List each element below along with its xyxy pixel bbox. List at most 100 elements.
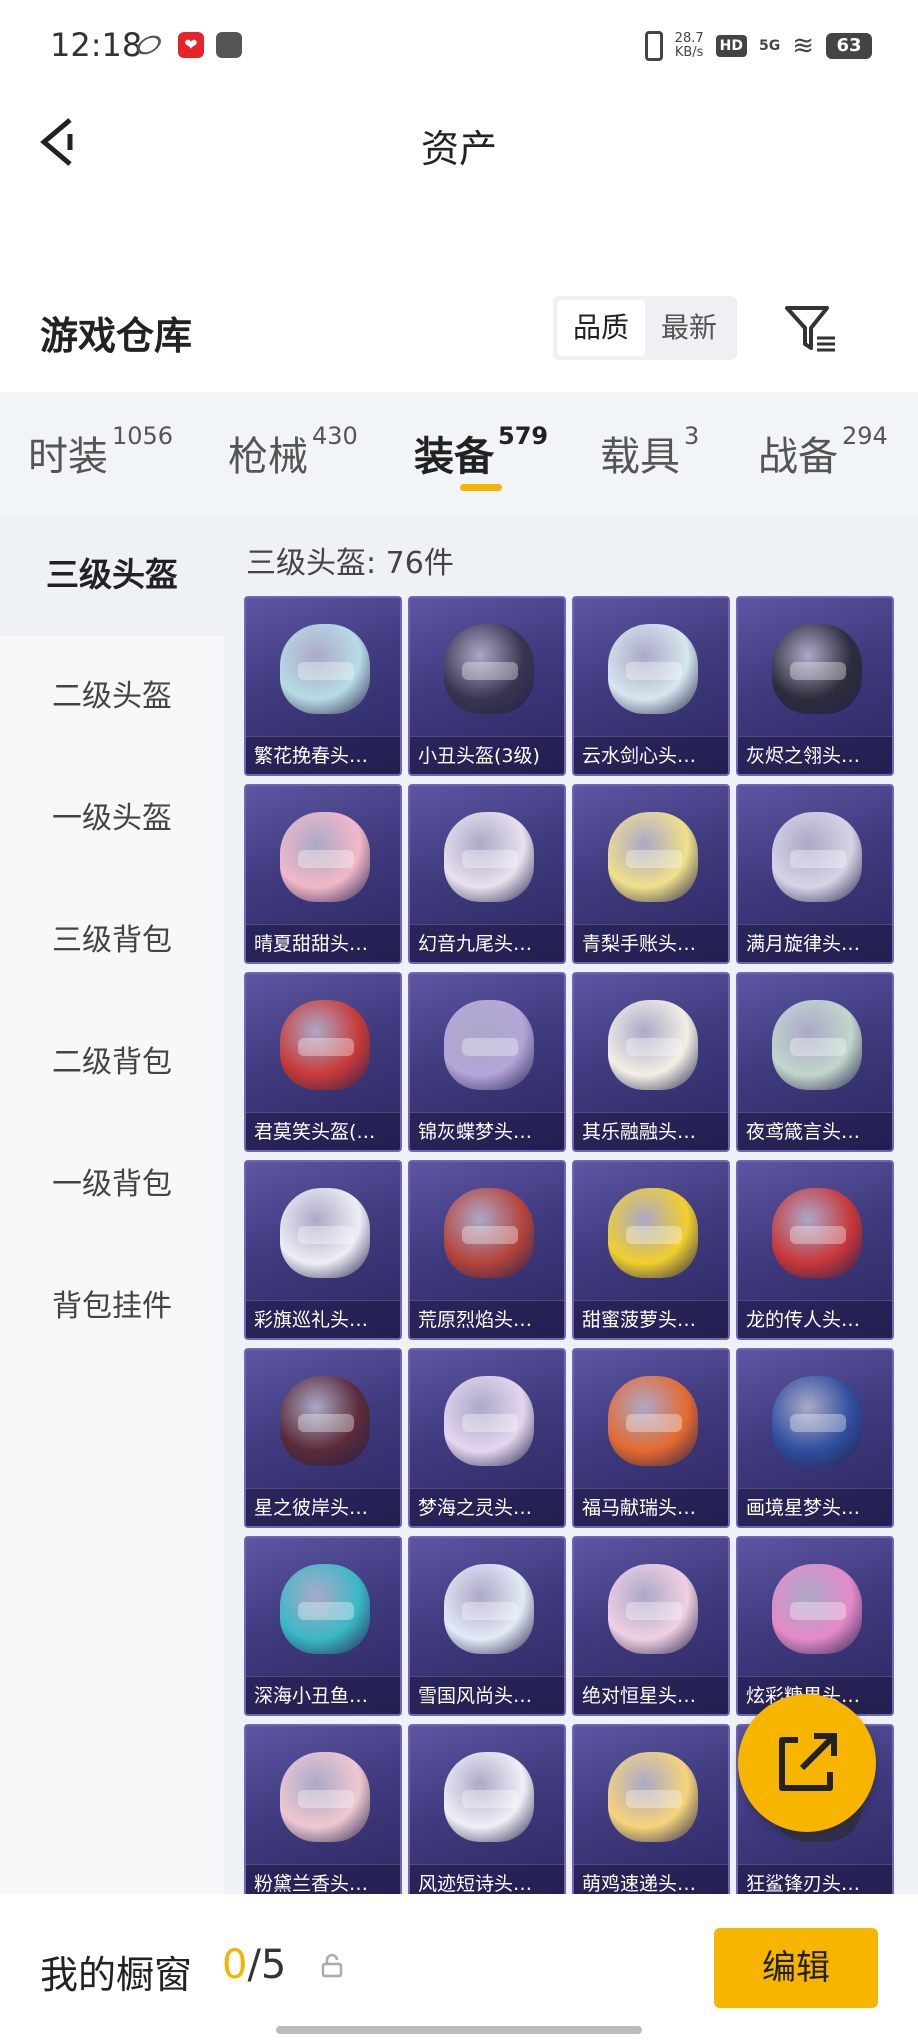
item-card-label: 青梨手账头…: [574, 924, 728, 962]
helmet-image: [444, 1376, 534, 1466]
share-button[interactable]: [738, 1694, 876, 1832]
network-speed: 28.7 KB/s: [674, 31, 704, 60]
item-card[interactable]: 云水剑心头…: [572, 596, 730, 776]
item-card[interactable]: 青梨手账头…: [572, 784, 730, 964]
side-item-backpack-pendant[interactable]: 背包挂件: [0, 1246, 224, 1368]
item-card[interactable]: 满月旋律头…: [736, 784, 894, 964]
item-card[interactable]: 小丑头盔(3级): [408, 596, 566, 776]
tab-vehicles[interactable]: 载具 3: [600, 422, 699, 482]
edit-button[interactable]: 编辑: [714, 1928, 878, 2008]
item-card[interactable]: 福马献瑞头…: [572, 1348, 730, 1528]
side-item-level3-helmet[interactable]: 三级头盔: [0, 514, 224, 636]
sort-option-quality[interactable]: 品质: [557, 300, 645, 356]
tab-equipment[interactable]: 装备 579: [414, 422, 548, 482]
item-card-label: 梦海之灵头…: [410, 1488, 564, 1526]
helmet-image: [280, 1188, 370, 1278]
my-showcase-label: 我的橱窗: [40, 1953, 193, 1997]
item-card[interactable]: 绝对恒星头…: [572, 1536, 730, 1716]
item-card[interactable]: 梦海之灵头…: [408, 1348, 566, 1528]
item-card-label: 彩旗巡礼头…: [246, 1300, 400, 1338]
status-indicators: 28.7 KB/s HD 5G ≋ 63: [644, 28, 872, 64]
vibrate-icon: [644, 31, 663, 61]
item-card-label: 云水剑心头…: [574, 736, 728, 774]
status-bar: 12:18 ❤ 28.7 KB/s HD 5G ≋ 63: [0, 0, 918, 92]
item-card[interactable]: 其乐融融头…: [572, 972, 730, 1152]
item-card-label: 锦灰蝶梦头…: [410, 1112, 564, 1150]
item-card-label: 深海小丑鱼…: [246, 1676, 400, 1714]
item-card-label: 绝对恒星头…: [574, 1676, 728, 1714]
item-card[interactable]: 风迹短诗头…: [408, 1724, 566, 1904]
item-card[interactable]: 荒原烈焰头…: [408, 1160, 566, 1340]
helmet-image: [444, 1188, 534, 1278]
helmet-image: [280, 624, 370, 714]
status-time: 12:18: [50, 26, 143, 64]
item-card-label: 繁花挽春头…: [246, 736, 400, 774]
item-card[interactable]: 晴夏甜甜头…: [244, 784, 402, 964]
side-item-level2-helmet[interactable]: 二级头盔: [0, 636, 224, 758]
page-title: 资产: [420, 127, 497, 171]
5g-signal-icon: 5G: [758, 38, 781, 54]
content-area: 三级头盔 二级头盔 一级头盔 三级背包 二级背包 一级背包 背包挂件 三级头盔:…: [0, 514, 918, 1904]
helmet-image: [772, 1376, 862, 1466]
helmet-image: [772, 624, 862, 714]
item-card-label: 其乐融融头…: [574, 1112, 728, 1150]
item-card-label: 幻音九尾头…: [410, 924, 564, 962]
item-card-label: 君莫笑头盔(…: [246, 1112, 400, 1150]
item-card[interactable]: 炫彩糖果头…: [736, 1536, 894, 1716]
item-card[interactable]: 灰烬之翎头…: [736, 596, 894, 776]
item-card[interactable]: 彩旗巡礼头…: [244, 1160, 402, 1340]
item-card-label: 龙的传人头…: [738, 1300, 892, 1338]
item-card[interactable]: 君莫笑头盔(…: [244, 972, 402, 1152]
side-item-level1-helmet[interactable]: 一级头盔: [0, 758, 224, 880]
item-card[interactable]: 星之彼岸头…: [244, 1348, 402, 1528]
item-card[interactable]: 繁花挽春头…: [244, 596, 402, 776]
filter-icon: [785, 306, 835, 352]
item-card[interactable]: 粉黛兰香头…: [244, 1724, 402, 1904]
red-app-icon: ❤: [178, 32, 204, 58]
item-card[interactable]: 雪国风尚头…: [408, 1536, 566, 1716]
side-item-level1-backpack[interactable]: 一级背包: [0, 1124, 224, 1246]
item-card[interactable]: 锦灰蝶梦头…: [408, 972, 566, 1152]
sort-option-newest[interactable]: 最新: [645, 300, 733, 356]
side-item-level3-backpack[interactable]: 三级背包: [0, 880, 224, 1002]
helmet-image: [608, 1564, 698, 1654]
helmet-image: [608, 1000, 698, 1090]
helmet-image: [444, 1752, 534, 1842]
bottom-bar: 我的橱窗 0/5 编辑: [0, 1894, 918, 2040]
warehouse-title: 游戏仓库: [40, 314, 193, 358]
helmet-image: [280, 1752, 370, 1842]
item-card[interactable]: 画境星梦头…: [736, 1348, 894, 1528]
helmet-image: [772, 1564, 862, 1654]
item-card[interactable]: 幻音九尾头…: [408, 784, 566, 964]
helmet-image: [772, 1000, 862, 1090]
tab-supplies[interactable]: 战备 294: [758, 422, 888, 482]
tab-fashion[interactable]: 时装 1056: [28, 422, 173, 482]
item-card[interactable]: 夜鸢箴言头…: [736, 972, 894, 1152]
active-tab-indicator: [460, 484, 502, 491]
home-indicator[interactable]: [276, 2026, 642, 2034]
header: 资产: [0, 92, 918, 192]
tab-guns[interactable]: 枪械 430: [228, 422, 358, 482]
grid-title: 三级头盔: 76件: [246, 546, 454, 581]
item-card-label: 灰烬之翎头…: [738, 736, 892, 774]
helmet-image: [608, 1376, 698, 1466]
item-card[interactable]: 甜蜜菠萝头…: [572, 1160, 730, 1340]
filter-button[interactable]: [783, 302, 839, 358]
share-icon: [779, 1733, 837, 1791]
helmet-image: [608, 812, 698, 902]
item-card[interactable]: 萌鸡速递头…: [572, 1724, 730, 1904]
category-tabs: 时装 1056 枪械 430 装备 579 载具 3 战备 294: [0, 392, 918, 514]
item-card-label: 满月旋律头…: [738, 924, 892, 962]
side-item-level2-backpack[interactable]: 二级背包: [0, 1002, 224, 1124]
item-card-label: 画境星梦头…: [738, 1488, 892, 1526]
hd-badge: HD: [715, 35, 747, 57]
helmet-image: [280, 1376, 370, 1466]
showcase-count: 0/5: [222, 1942, 287, 1988]
item-card-label: 荒原烈焰头…: [410, 1300, 564, 1338]
item-card[interactable]: 深海小丑鱼…: [244, 1536, 402, 1716]
item-card[interactable]: 龙的传人头…: [736, 1160, 894, 1340]
item-card-label: 星之彼岸头…: [246, 1488, 400, 1526]
side-nav: 三级头盔 二级头盔 一级头盔 三级背包 二级背包 一级背包 背包挂件: [0, 514, 224, 1894]
helmet-image: [444, 1564, 534, 1654]
helmet-image: [280, 812, 370, 902]
